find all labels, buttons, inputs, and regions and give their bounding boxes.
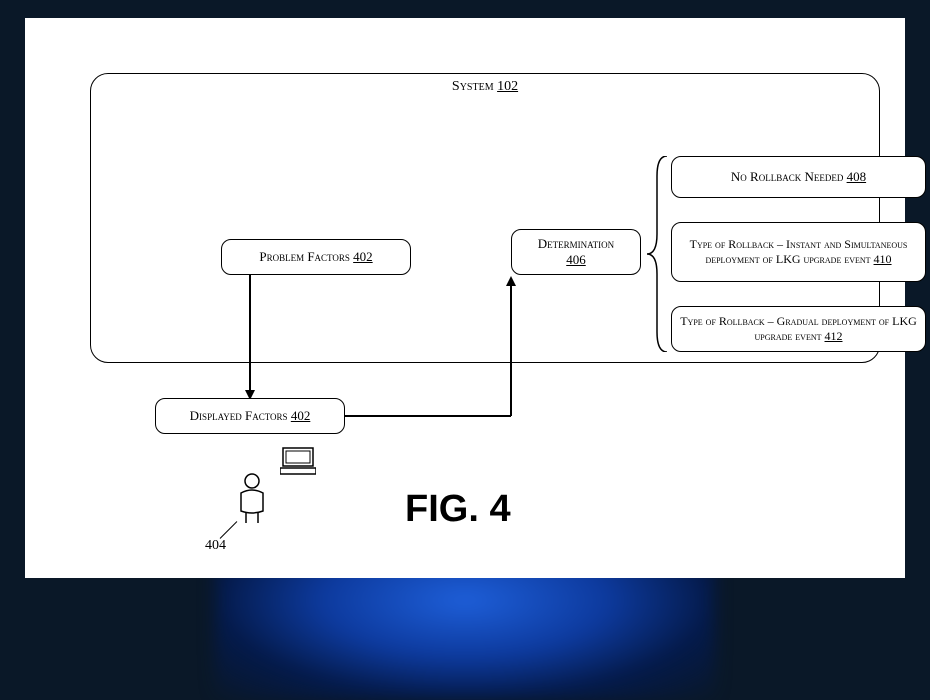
- arrow-pf-to-df: [249, 274, 251, 392]
- computer-icon: [280, 446, 316, 476]
- arrow-df-to-det-h: [345, 415, 511, 417]
- no-rollback-label: No Rollback Needed: [731, 169, 843, 185]
- system-title: System 102: [91, 79, 879, 95]
- determination-label: Determination: [538, 236, 614, 252]
- type-gradual-ref: 412: [825, 329, 843, 343]
- figure-label: FIG. 4: [405, 488, 511, 531]
- node-determination: Determination 406: [511, 229, 641, 275]
- user-ref-label: 404: [205, 538, 226, 554]
- determination-ref: 406: [566, 252, 586, 268]
- node-no-rollback: No Rollback Needed 408: [671, 156, 926, 198]
- system-title-ref: 102: [497, 79, 518, 94]
- no-rollback-ref: 408: [847, 169, 867, 185]
- system-container: System 102 Problem Factors 402 Determina…: [90, 73, 880, 363]
- node-type-instant: Type of Rollback – Instant and Simultane…: [671, 222, 926, 282]
- displayed-factors-label: Displayed Factors: [190, 408, 288, 424]
- lead-line-404: [220, 521, 238, 539]
- type-instant-ref: 410: [874, 252, 892, 266]
- problem-factors-ref: 402: [353, 249, 373, 265]
- arrow-df-to-det-head: [506, 276, 516, 286]
- type-gradual-label: Type of Rollback – Gradual deployment of…: [680, 314, 917, 343]
- problem-factors-label: Problem Factors: [259, 249, 350, 265]
- system-title-text: System: [452, 79, 494, 94]
- person-icon: [235, 473, 269, 525]
- brace-icon: [647, 156, 669, 352]
- diagram-paper: System 102 Problem Factors 402 Determina…: [25, 18, 905, 578]
- arrow-df-to-det-v: [510, 284, 512, 416]
- node-problem-factors: Problem Factors 402: [221, 239, 411, 275]
- displayed-factors-ref: 402: [291, 408, 311, 424]
- node-displayed-factors: Displayed Factors 402: [155, 398, 345, 434]
- node-type-gradual: Type of Rollback – Gradual deployment of…: [671, 306, 926, 352]
